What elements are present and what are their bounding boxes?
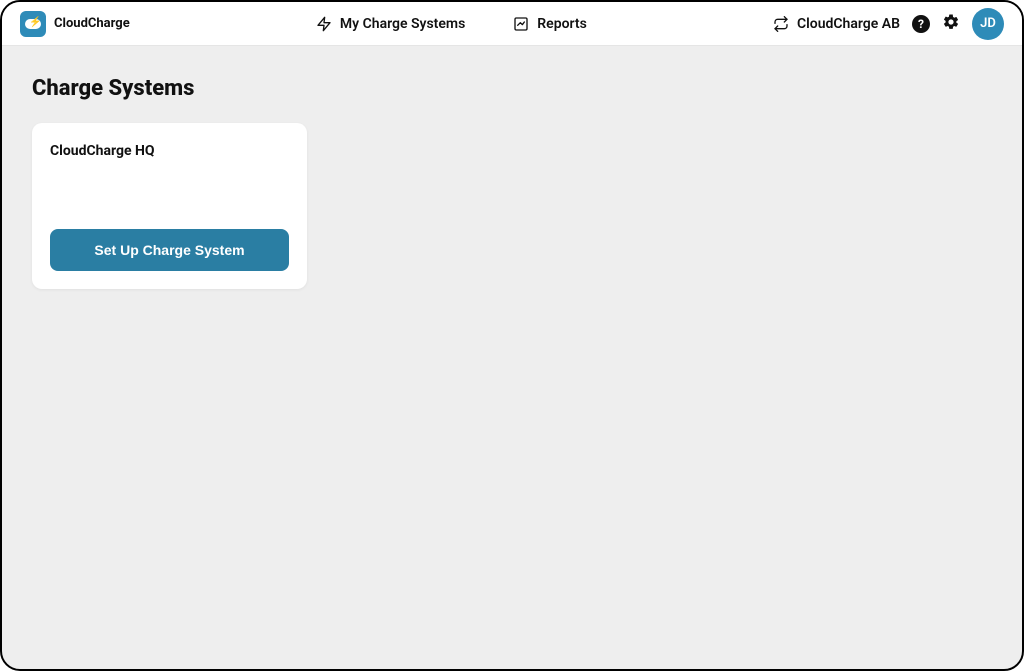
header-right: CloudCharge AB ? JD bbox=[773, 8, 1004, 40]
main-nav: My Charge Systems Reports bbox=[316, 16, 587, 32]
charge-system-card: CloudCharge HQ Set Up Charge System bbox=[32, 123, 307, 289]
chart-icon bbox=[513, 16, 529, 32]
help-icon: ? bbox=[912, 15, 930, 33]
brand-name: CloudCharge bbox=[54, 16, 130, 31]
gear-icon bbox=[942, 13, 960, 35]
nav-reports[interactable]: Reports bbox=[513, 16, 587, 32]
charge-system-name: CloudCharge HQ bbox=[50, 143, 289, 159]
bolt-icon bbox=[316, 16, 332, 32]
page-title: Charge Systems bbox=[32, 76, 992, 101]
org-switcher[interactable]: CloudCharge AB bbox=[773, 16, 900, 32]
avatar[interactable]: JD bbox=[972, 8, 1004, 40]
setup-charge-system-button[interactable]: Set Up Charge System bbox=[50, 229, 289, 271]
app-header: ⚡ CloudCharge My Charge Systems Reports bbox=[2, 2, 1022, 46]
logo-icon: ⚡ bbox=[20, 11, 46, 37]
nav-reports-label: Reports bbox=[537, 16, 587, 32]
nav-charge-systems-label: My Charge Systems bbox=[340, 16, 465, 32]
help-button[interactable]: ? bbox=[912, 15, 930, 33]
avatar-initials: JD bbox=[980, 16, 996, 31]
org-name: CloudCharge AB bbox=[797, 16, 900, 32]
nav-charge-systems[interactable]: My Charge Systems bbox=[316, 16, 465, 32]
main-content: Charge Systems CloudCharge HQ Set Up Cha… bbox=[2, 46, 1022, 319]
switch-icon bbox=[773, 16, 789, 32]
brand[interactable]: ⚡ CloudCharge bbox=[20, 11, 130, 37]
app-window: ⚡ CloudCharge My Charge Systems Reports bbox=[0, 0, 1024, 671]
settings-button[interactable] bbox=[942, 13, 960, 35]
